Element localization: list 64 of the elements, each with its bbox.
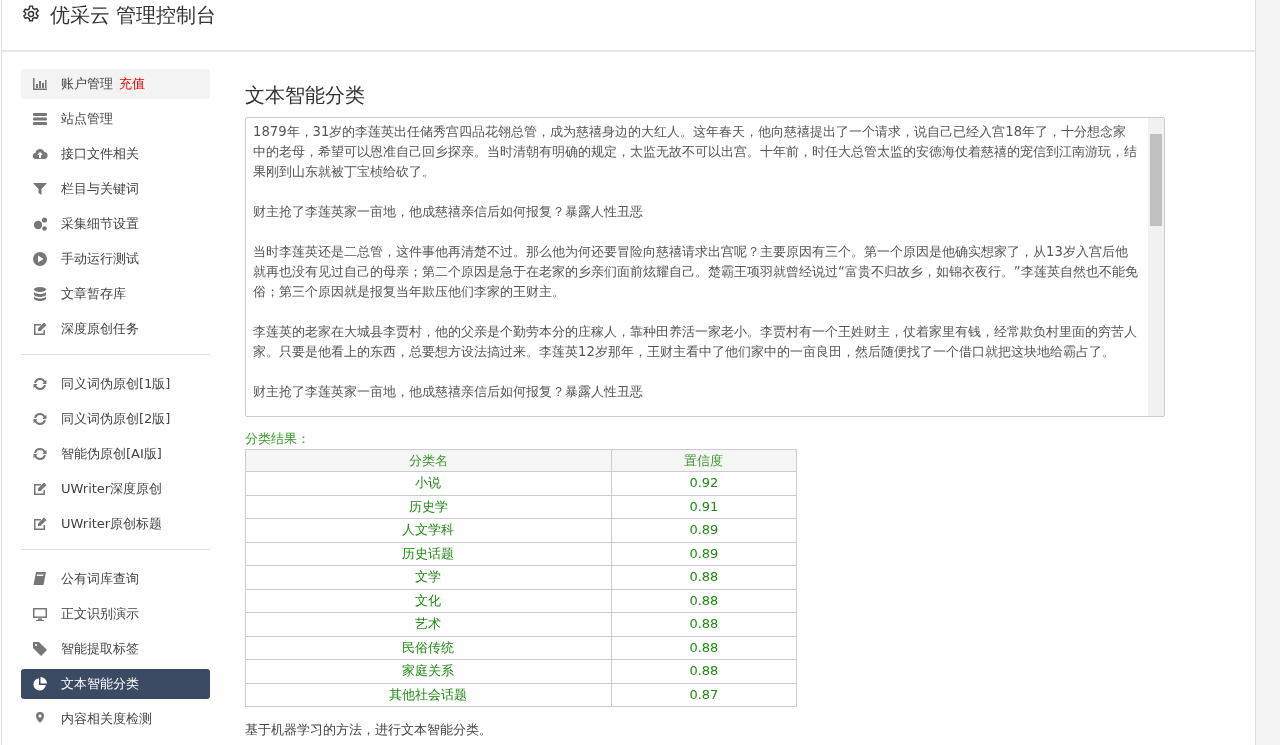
table-cell: 文学 (245, 565, 612, 589)
sidebar-item[interactable]: 智能提取标签 (21, 634, 210, 664)
table-cell: 历史学 (245, 495, 612, 519)
edit-icon (32, 481, 48, 497)
pie-chart-icon (32, 676, 48, 692)
table-cell: 0.89 (611, 542, 797, 566)
sidebar-item[interactable]: UWriter原创标题 (21, 509, 210, 539)
table-cell: 0.92 (611, 471, 797, 495)
scrollbar[interactable] (1148, 118, 1164, 416)
result-label: 分类结果： (245, 430, 311, 448)
table-cell: 0.88 (611, 636, 797, 660)
edit-icon (32, 516, 48, 532)
table-cell: 民俗传统 (245, 636, 612, 660)
table-cell: 0.91 (611, 495, 797, 519)
table-cell: 家庭关系 (245, 659, 612, 683)
table-cell: 人文学科 (245, 518, 612, 542)
sidebar-item[interactable]: 账户管理 充值 (21, 69, 210, 99)
monitor-icon (32, 606, 48, 622)
sidebar-item[interactable]: 站点管理 (21, 104, 210, 134)
column-header: 分类名 (245, 449, 612, 472)
table-cell: 0.88 (611, 565, 797, 589)
refresh-icon (32, 411, 48, 427)
table-cell: 0.88 (611, 659, 797, 683)
sidebar-item[interactable]: 采集细节设置 (21, 209, 210, 239)
bar-chart-icon (32, 76, 48, 92)
sidebar-item[interactable]: 内容相关度检测 (21, 704, 210, 734)
sidebar-item[interactable]: 文本智能分类 (21, 669, 210, 699)
sidebar-item[interactable]: 手动运行测试 (21, 244, 210, 274)
refresh-icon (32, 376, 48, 392)
filter-icon (32, 181, 48, 197)
server-icon (32, 111, 48, 127)
sidebar-item[interactable]: 公有词库查询 (21, 564, 210, 594)
sidebar-item[interactable]: 正文识别演示 (21, 599, 210, 629)
description-text: 基于机器学习的方法，进行文本智能分类。 (245, 721, 493, 739)
refresh-icon (32, 446, 48, 462)
table-cell: 0.88 (611, 589, 797, 613)
sidebar-item[interactable]: 栏目与关键词 (21, 174, 210, 204)
sidebar-item[interactable]: UWriter深度原创 (21, 474, 210, 504)
sidebar-item[interactable]: 文章暂存库 (21, 279, 210, 309)
sidebar-item[interactable]: 接口文件相关 (21, 139, 210, 169)
table-cell: 历史话题 (245, 542, 612, 566)
page-title: 文本智能分类 (245, 83, 366, 107)
column-header: 置信度 (611, 449, 797, 472)
sidebar-item[interactable]: 同义词伪原创[2版] (21, 404, 210, 434)
book-icon (32, 571, 48, 587)
table-cell: 小说 (245, 471, 612, 495)
database-icon (32, 286, 48, 302)
table-cell: 其他社会话题 (245, 683, 612, 707)
edit-icon (32, 321, 48, 337)
table-cell: 0.88 (611, 612, 797, 636)
table-cell: 0.87 (611, 683, 797, 707)
table-cell: 艺术 (245, 612, 612, 636)
app-title: 优采云 管理控制台 (50, 4, 217, 26)
sidebar-item[interactable]: 同义词伪原创[1版] (21, 369, 210, 399)
sidebar-item[interactable]: 智能伪原创[AI版] (21, 439, 210, 469)
table-cell: 0.89 (611, 518, 797, 542)
table-cell: 文化 (245, 589, 612, 613)
tag-icon (32, 641, 48, 657)
cloud-upload-icon (32, 146, 48, 162)
scrollbar[interactable] (1255, 0, 1280, 745)
sidebar-item[interactable]: 深度原创任务 (21, 314, 210, 344)
text-input[interactable]: 1879年，31岁的李莲英出任储秀宫四品花翎总管，成为慈禧身边的大红人。这年春天，他向慈禧提出了一个请求，说自己已经入宫18年了，十分想念家中的老母，希望可以恩准自己回乡探亲。当时清朝有明确的规定，太监无故不可以出宫。十年前，时任大总管太监的安德海仗着慈禧的宠信到江南游玩，结果刚到山东就被丁宝桢给砍了。 财主抢了李莲英家一亩地，他成慈禧亲信后如何报复？暴露人性丑恶 当时李莲英还是二总管，这件事他再清楚不过。那么他为何还要冒险向慈禧请求出宫呢？主要原因有三个。第一个原因是他确实想家了，从13岁入宫后他就再也没有见过自己的母亲；第二个原因是急于在老家的乡亲们面前炫耀自己。楚霸王项羽就曾经说过“富贵不归故乡，如锦衣夜行。”李莲英自然也不能免俗；第三个原因就是报复当年欺压他们李家的王财主。 李莲英的老家在大城县李贾村，他的父亲是个勤劳本分的庄稼人，靠种田养活一家老小。李贾村有一个王姓财主，仗着家里有钱，经常欺负村里面的穷苦人家。只要是他看上的东西，总要想方设法搞过来。李莲英12岁那年，王财主看中了他们家中的一亩良田，然后随便找了一个借口就把这块地给霸占了。 财主抢了李莲英家一亩地，他成慈禧亲信后如何报复？暴露人性丑恶 (245, 117, 1165, 417)
settings-icon (22, 5, 40, 23)
play-icon (32, 251, 48, 267)
